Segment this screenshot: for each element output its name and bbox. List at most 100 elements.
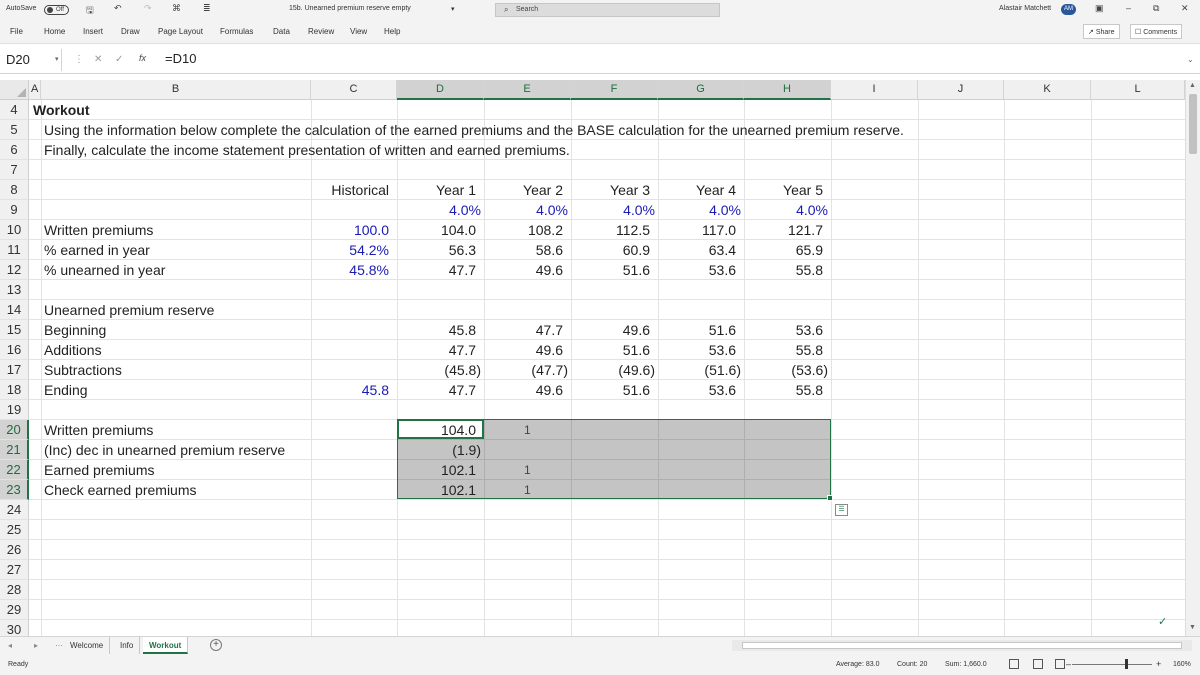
is-earned-year-1[interactable]: 102.1 (397, 460, 476, 480)
row-header-27[interactable]: 27 (0, 560, 29, 580)
row-header-16[interactable]: 16 (0, 340, 29, 360)
beginning-year-2[interactable]: 47.7 (484, 320, 563, 340)
search-box[interactable]: ⌕ Search (495, 3, 720, 17)
tab-formulas[interactable]: Formulas (220, 27, 253, 36)
worksheet-grid[interactable]: A B C D E F G H I J K L 4 5 6 7 8 9 10 11 12 13 14… (0, 80, 1185, 636)
pct-earned-year-3[interactable]: 60.9 (571, 240, 650, 260)
row-header-29[interactable]: 29 (0, 600, 29, 620)
ending-year-1[interactable]: 47.7 (397, 380, 476, 400)
tab-help[interactable]: Help (384, 27, 400, 36)
row-header-17[interactable]: 17 (0, 360, 29, 380)
pct-earned-year-1[interactable]: 56.3 (397, 240, 476, 260)
row-header-15[interactable]: 15 (0, 320, 29, 340)
fill-handle[interactable] (827, 495, 833, 501)
name-box-dropdown-icon[interactable]: ▾ (55, 55, 59, 63)
pct-unearned-historical[interactable]: 45.8% (311, 260, 389, 280)
formula-input[interactable]: =D10 (165, 51, 196, 66)
is-check-year-1[interactable]: 102.1 (397, 480, 476, 500)
column-header-c[interactable]: C (311, 80, 397, 100)
instruction-line-1[interactable]: Using the information below complete the… (44, 120, 904, 140)
written-year-2[interactable]: 108.2 (484, 220, 563, 240)
next-sheet-icon[interactable]: ▸ (34, 641, 38, 650)
sheet-tab-welcome[interactable]: Welcome (64, 637, 111, 654)
tab-insert[interactable]: Insert (83, 27, 103, 36)
sheet-tab-workout[interactable]: Workout (143, 637, 189, 654)
avatar[interactable]: AM (1061, 4, 1076, 15)
is-written-year-1[interactable]: 104.0 (397, 420, 476, 440)
row-header-19[interactable]: 19 (0, 400, 29, 420)
row-header-10[interactable]: 10 (0, 220, 29, 240)
written-year-1[interactable]: 104.0 (397, 220, 476, 240)
status-average[interactable]: Average: 83.0 (836, 661, 879, 668)
header-year-2[interactable]: Year 2 (484, 180, 563, 200)
column-header-d[interactable]: D (397, 80, 484, 100)
header-year-3[interactable]: Year 3 (571, 180, 650, 200)
header-year-5[interactable]: Year 5 (744, 180, 823, 200)
additions-year-4[interactable]: 53.6 (658, 340, 736, 360)
tab-home[interactable]: Home (44, 27, 65, 36)
minimize-icon[interactable]: – (1126, 3, 1131, 13)
pct-unearned-year-5[interactable]: 55.8 (744, 260, 823, 280)
row-header-9[interactable]: 9 (0, 200, 29, 220)
additions-label[interactable]: Additions (44, 340, 102, 360)
subtractions-year-4[interactable]: (51.6) (658, 360, 741, 380)
row-header-21[interactable]: 21 (0, 440, 29, 460)
ending-label[interactable]: Ending (44, 380, 88, 400)
column-header-g[interactable]: G (658, 80, 744, 100)
is-change-label[interactable]: (Inc) dec in unearned premium reserve (44, 440, 285, 460)
written-year-5[interactable]: 121.7 (744, 220, 823, 240)
zoom-slider[interactable] (1072, 664, 1152, 665)
subtractions-label[interactable]: Subtractions (44, 360, 122, 380)
user-name[interactable]: Alastair Matchett (999, 5, 1051, 12)
tab-file[interactable]: File (10, 27, 23, 36)
beginning-year-4[interactable]: 51.6 (658, 320, 736, 340)
written-premiums-label[interactable]: Written premiums (44, 220, 153, 240)
vertical-scrollbar[interactable]: ▲ ▼ (1185, 80, 1200, 636)
status-count[interactable]: Count: 20 (897, 661, 927, 668)
enter-icon[interactable]: ✓ (115, 54, 123, 65)
save-icon[interactable]: 🖫 (86, 3, 94, 19)
paint-bucket-icon[interactable]: ⌘ (172, 3, 181, 14)
instruction-line-2[interactable]: Finally, calculate the income statement … (44, 140, 570, 160)
insert-function-icon[interactable]: fx (139, 53, 146, 63)
pct-earned-historical[interactable]: 54.2% (311, 240, 389, 260)
close-icon[interactable]: ✕ (1181, 3, 1189, 14)
autosave-toggle[interactable]: Off (44, 5, 69, 15)
status-sum[interactable]: Sum: 1,660.0 (945, 661, 987, 668)
scroll-down-icon[interactable]: ▼ (1189, 624, 1196, 631)
additions-year-5[interactable]: 55.8 (744, 340, 823, 360)
subtractions-year-3[interactable]: (49.6) (571, 360, 655, 380)
upr-section-title[interactable]: Unearned premium reserve (44, 300, 214, 320)
row-header-30[interactable]: 30 (0, 620, 29, 636)
zoom-level[interactable]: 160% (1173, 661, 1191, 668)
row-header-26[interactable]: 26 (0, 540, 29, 560)
is-earned-label[interactable]: Earned premiums (44, 460, 155, 480)
is-written-label[interactable]: Written premiums (44, 420, 153, 440)
quick-analysis-icon[interactable]: ☰ (835, 504, 848, 516)
redo-icon[interactable]: ↷ (144, 3, 152, 14)
scroll-up-icon[interactable]: ▲ (1189, 82, 1196, 89)
pct-unearned-year-3[interactable]: 51.6 (571, 260, 650, 280)
column-header-a[interactable]: A (29, 80, 41, 100)
prev-sheet-icon[interactable]: ◂ (8, 641, 12, 650)
title-dropdown-icon[interactable]: ▾ (451, 5, 455, 13)
cancel-icon[interactable]: ✕ (94, 54, 102, 65)
growth-year-1[interactable]: 4.0% (397, 200, 481, 220)
beginning-year-3[interactable]: 49.6 (571, 320, 650, 340)
pct-earned-year-4[interactable]: 63.4 (658, 240, 736, 260)
pct-earned-year-2[interactable]: 58.6 (484, 240, 563, 260)
more-options-icon[interactable]: ⋮ (74, 54, 84, 65)
column-header-j[interactable]: J (918, 80, 1004, 100)
pct-unearned-year-1[interactable]: 47.7 (397, 260, 476, 280)
row-header-14[interactable]: 14 (0, 300, 29, 320)
growth-year-4[interactable]: 4.0% (658, 200, 741, 220)
row-header-6[interactable]: 6 (0, 140, 29, 160)
row-header-5[interactable]: 5 (0, 120, 29, 140)
page-break-view-icon[interactable] (1055, 659, 1065, 669)
ending-year-3[interactable]: 51.6 (571, 380, 650, 400)
column-header-h[interactable]: H (744, 80, 831, 100)
restore-icon[interactable]: ⧉ (1153, 3, 1159, 14)
written-historical[interactable]: 100.0 (311, 220, 389, 240)
add-sheet-icon[interactable]: + (210, 639, 222, 651)
header-year-1[interactable]: Year 1 (397, 180, 476, 200)
